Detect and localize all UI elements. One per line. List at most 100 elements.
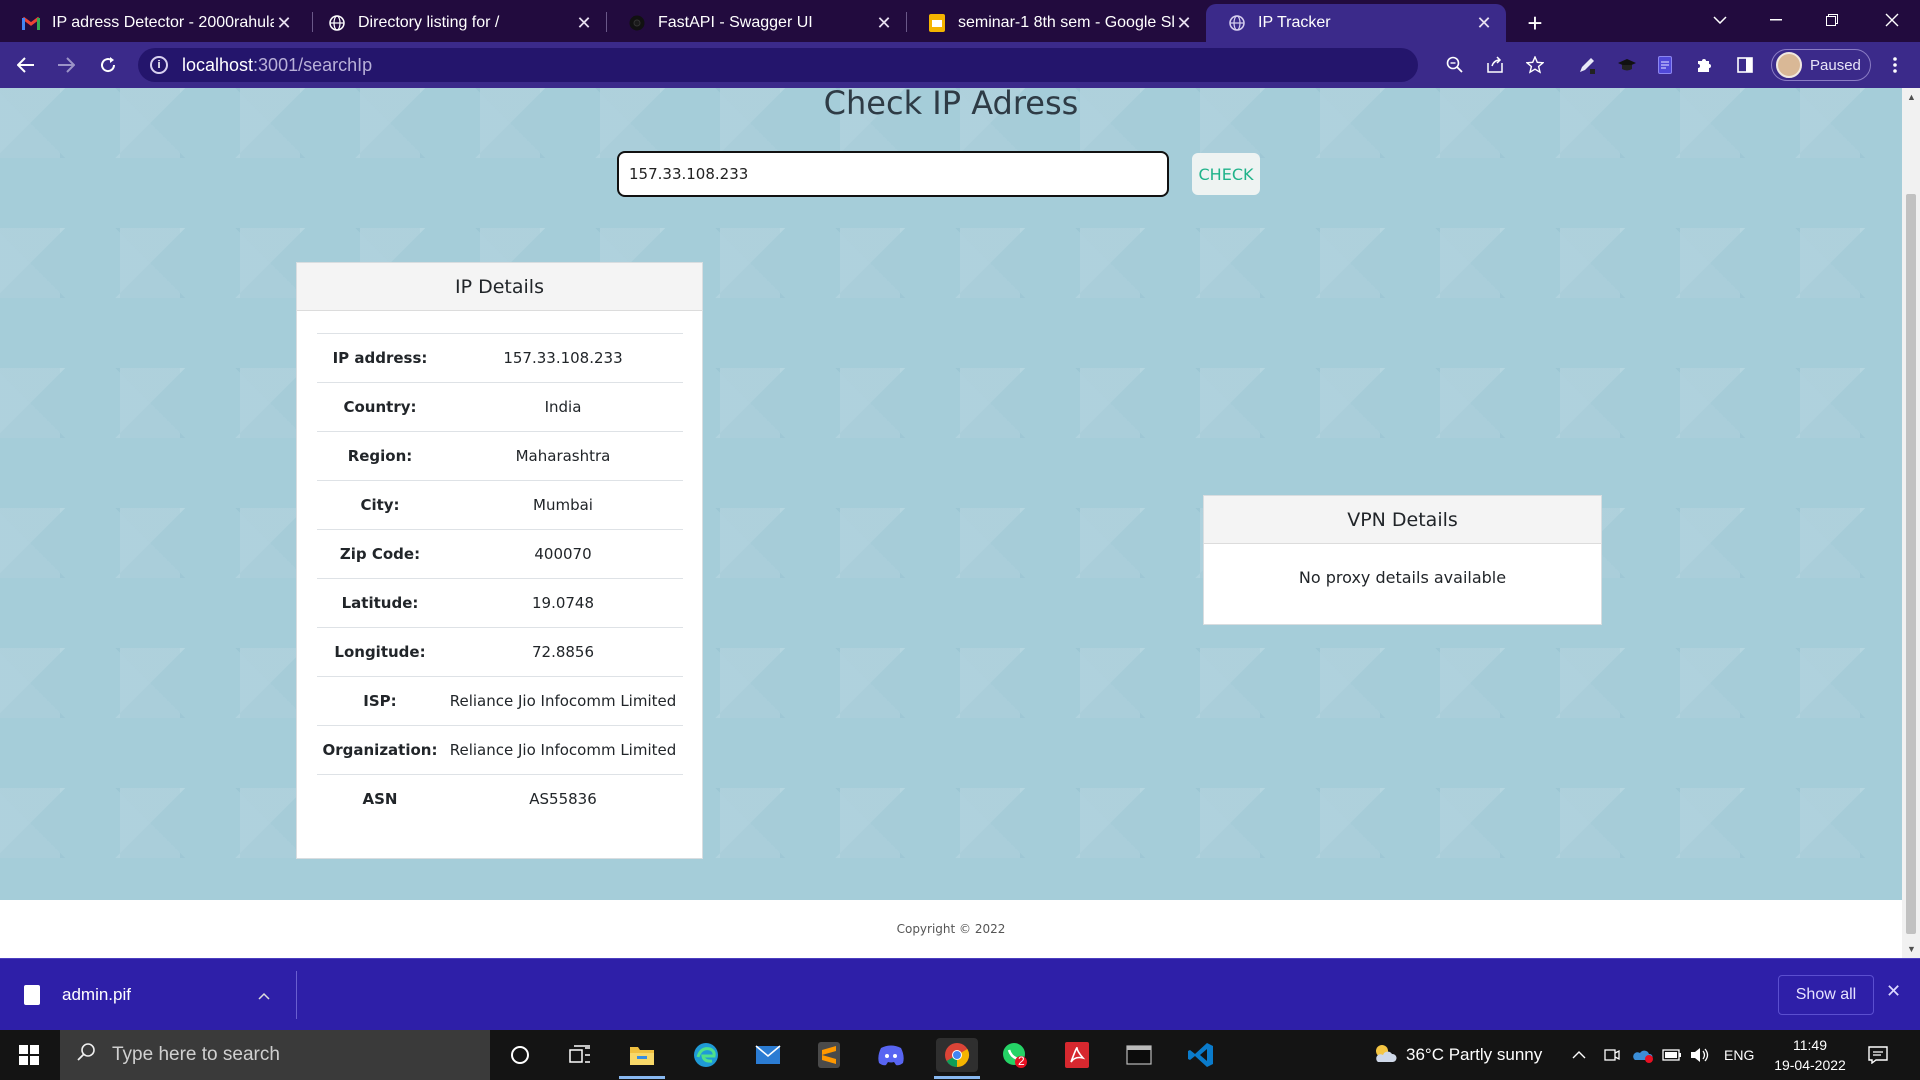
- row-value: Reliance Jio Infocomm Limited: [443, 676, 683, 726]
- reload-button[interactable]: [92, 50, 124, 80]
- back-button[interactable]: [10, 50, 42, 80]
- download-bar: admin.pif Show all ✕: [0, 958, 1920, 1030]
- clock-date: 19-04-2022: [1774, 1057, 1846, 1073]
- terminal-icon[interactable]: [1122, 1038, 1156, 1072]
- row-value: Reliance Jio Infocomm Limited: [443, 725, 683, 775]
- menu-kebab-icon[interactable]: [1882, 52, 1908, 78]
- table-row: Region: Maharashtra: [317, 431, 683, 481]
- copyright-text: Copyright © 2022: [896, 922, 1006, 936]
- meet-now-icon[interactable]: [1604, 1030, 1620, 1080]
- ip-search-input[interactable]: [617, 151, 1169, 197]
- slides-icon: [928, 14, 946, 32]
- zoom-icon[interactable]: [1442, 52, 1468, 78]
- tab-title: IP Tracker: [1258, 14, 1331, 31]
- puzzle-extensions-icon[interactable]: [1692, 52, 1718, 78]
- row-value: 400070: [443, 529, 683, 579]
- address-bar[interactable]: i localhost:3001/searchIp: [138, 48, 1418, 82]
- document-extension-icon[interactable]: [1652, 52, 1678, 78]
- forward-button[interactable]: [50, 50, 82, 80]
- battery-icon[interactable]: [1662, 1030, 1682, 1080]
- swagger-icon: [628, 14, 646, 32]
- tab-title: FastAPI - Swagger UI: [658, 14, 813, 31]
- url-host: localhost: [182, 54, 254, 75]
- cortana-icon[interactable]: [503, 1038, 537, 1072]
- download-separator: [296, 971, 297, 1019]
- ip-details-title: IP Details: [297, 263, 702, 311]
- row-value: Mumbai: [443, 480, 683, 530]
- close-icon[interactable]: ✕: [1174, 13, 1194, 33]
- url-text: localhost:3001/searchIp: [182, 55, 372, 76]
- whatsapp-icon[interactable]: 2: [998, 1038, 1032, 1072]
- scrollbar-thumb[interactable]: [1906, 194, 1916, 934]
- row-value: India: [443, 382, 683, 432]
- bookmark-star-icon[interactable]: [1522, 52, 1548, 78]
- tab-strip: IP adress Detector - 2000rahulag ✕ Direc…: [0, 0, 1920, 42]
- close-icon[interactable]: ✕: [1886, 981, 1901, 1002]
- mail-icon[interactable]: [751, 1038, 785, 1072]
- language-indicator[interactable]: ENG: [1724, 1030, 1754, 1080]
- globe-icon: [328, 14, 346, 32]
- active-indicator: [619, 1076, 665, 1079]
- row-key: City:: [317, 480, 443, 530]
- restore-button[interactable]: [1804, 0, 1860, 40]
- scroll-down-icon[interactable]: ▼: [1907, 944, 1916, 954]
- tray-chevron-up-icon[interactable]: [1572, 1030, 1586, 1080]
- check-button[interactable]: CHECK: [1192, 153, 1260, 195]
- table-row: Latitude: 19.0748: [317, 578, 683, 628]
- edge-icon[interactable]: [689, 1038, 723, 1072]
- tab-google-slides[interactable]: seminar-1 8th sem - Google Slides ✕: [906, 4, 1206, 42]
- close-icon[interactable]: ✕: [1474, 13, 1494, 33]
- row-key: Longitude:: [317, 627, 443, 677]
- volume-icon[interactable]: [1690, 1030, 1710, 1080]
- table-row: ISP: Reliance Jio Infocomm Limited: [317, 676, 683, 726]
- ip-details-table: IP address: 157.33.108.233 Country: India …: [317, 333, 683, 824]
- notifications-icon[interactable]: [1868, 1030, 1888, 1080]
- chevron-up-icon[interactable]: [258, 987, 270, 1003]
- tab-ip-tracker[interactable]: IP Tracker ✕: [1206, 4, 1506, 42]
- close-icon[interactable]: ✕: [574, 13, 594, 33]
- site-info-icon[interactable]: i: [150, 56, 168, 74]
- download-item[interactable]: admin.pif: [0, 959, 296, 1031]
- system-clock[interactable]: 11:49 19-04-2022: [1764, 1035, 1856, 1075]
- show-all-button[interactable]: Show all: [1778, 975, 1874, 1015]
- weather-widget[interactable]: 36°C Partly sunny: [1372, 1030, 1542, 1080]
- tab-fastapi[interactable]: FastAPI - Swagger UI ✕: [606, 4, 906, 42]
- tab-title: IP adress Detector - 2000rahulag: [52, 14, 274, 31]
- side-panel-icon[interactable]: [1732, 52, 1758, 78]
- tab-gmail[interactable]: IP adress Detector - 2000rahulag ✕: [0, 4, 306, 42]
- close-icon[interactable]: ✕: [274, 13, 294, 33]
- table-row: Organization: Reliance Jio Infocomm Limit…: [317, 725, 683, 775]
- download-file-name: admin.pif: [62, 985, 131, 1004]
- onedrive-icon[interactable]: [1632, 1030, 1654, 1080]
- table-row: Country: India: [317, 382, 683, 432]
- close-window-button[interactable]: [1864, 0, 1920, 40]
- task-view-icon[interactable]: [563, 1038, 597, 1072]
- table-row: Longitude: 72.8856: [317, 627, 683, 677]
- tab-directory-listing[interactable]: Directory listing for / ✕: [306, 4, 606, 42]
- discord-icon[interactable]: [874, 1038, 908, 1072]
- acrobat-icon[interactable]: [1060, 1038, 1094, 1072]
- weather-icon: [1372, 1042, 1398, 1069]
- page-content: Check IP Adress CHECK IP Details IP addr…: [0, 88, 1902, 958]
- active-indicator: [934, 1076, 980, 1079]
- chrome-icon[interactable]: [936, 1038, 978, 1072]
- start-button[interactable]: [0, 1030, 58, 1080]
- globe-icon: [1228, 14, 1246, 32]
- graduation-cap-extension-icon[interactable]: [1614, 52, 1640, 78]
- new-tab-button[interactable]: +: [1520, 8, 1550, 38]
- share-icon[interactable]: [1482, 52, 1508, 78]
- sublime-text-icon[interactable]: [812, 1038, 846, 1072]
- page-scrollbar[interactable]: ▲ ▼: [1902, 88, 1920, 958]
- file-explorer-icon[interactable]: [625, 1038, 659, 1072]
- profile-button[interactable]: Paused: [1771, 49, 1871, 81]
- minimize-button[interactable]: [1748, 0, 1804, 40]
- row-key: Zip Code:: [317, 529, 443, 579]
- taskbar-search[interactable]: Type here to search: [60, 1030, 490, 1080]
- url-path: :3001/searchIp: [253, 54, 373, 75]
- close-icon[interactable]: ✕: [874, 13, 894, 33]
- tab-search-chevron-icon[interactable]: [1692, 0, 1748, 40]
- pen-extension-icon[interactable]: [1574, 52, 1600, 78]
- vscode-icon[interactable]: [1184, 1038, 1218, 1072]
- scroll-up-icon[interactable]: ▲: [1907, 92, 1916, 102]
- tab-title: Directory listing for /: [358, 14, 500, 31]
